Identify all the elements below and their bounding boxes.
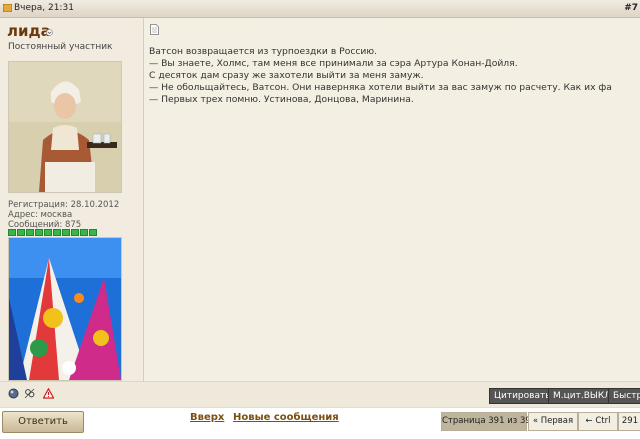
warning-report-icon[interactable] [43, 388, 54, 399]
post-text-line: — Не обольщайтесь, Ватсон. Они наверняка… [149, 82, 612, 93]
post-body: лида Постоянный участник Регистрация: 28… [0, 18, 640, 408]
quick-reply-button[interactable]: Быстр. [608, 388, 640, 404]
online-status-icon [8, 388, 19, 399]
post-header: Вчера, 21:31 #7 [0, 0, 640, 18]
post-number[interactable]: #7 [624, 3, 638, 13]
reputation-bar [8, 229, 97, 236]
chevron-down-icon[interactable] [46, 29, 53, 36]
author-address: Адрес: москва [8, 210, 73, 220]
pager-page-number[interactable]: 291 [618, 412, 640, 431]
post-text-line: Ватсон возвращается из турпоездки в Росс… [149, 46, 378, 57]
reply-button[interactable]: Ответить [2, 411, 84, 433]
post-document-icon [150, 24, 159, 35]
registration-date: Регистрация: 28.10.2012 [8, 200, 120, 210]
post-content: Ватсон возвращается из турпоездки в Росс… [144, 18, 640, 381]
post-text-line: С десяток дам сразу же захотели выйти за… [149, 70, 424, 81]
quote-button[interactable]: Цитировать [489, 388, 556, 404]
post-date: Вчера, 21:31 [14, 3, 74, 13]
top-link[interactable]: Вверх [190, 412, 224, 423]
post-footer: Цитировать М.цит.ВЫКЛ Быстр. [0, 381, 640, 408]
post-text: Ватсон возвращается из турпоездки в Росс… [149, 46, 640, 106]
user-profile-icon[interactable] [24, 388, 35, 399]
post-text-line: — Первых трех помню. Устинова, Донцова, … [149, 94, 414, 105]
post-text-line: — Вы знаете, Холмс, там меня все принима… [149, 58, 518, 69]
pager-info: Страница 391 из 391 [441, 412, 536, 431]
pager-first-button[interactable]: « Первая [528, 412, 578, 431]
author-column: лида Постоянный участник Регистрация: 28… [0, 18, 144, 381]
author-rank: Постоянный участник [8, 42, 113, 52]
author-name[interactable]: лида [7, 22, 51, 40]
bottom-bar: Ответить Вверх Новые сообщения Страница … [0, 407, 640, 439]
author-info: Регистрация: 28.10.2012 Адрес: москва Со… [8, 200, 119, 230]
pager-prev-button[interactable]: ← Ctrl [578, 412, 618, 431]
new-messages-link[interactable]: Новые сообщения [233, 412, 339, 423]
avatar [8, 61, 122, 193]
avatar-image [9, 62, 121, 192]
party-hats-image [9, 238, 121, 380]
multi-quote-button[interactable]: М.цит.ВЫКЛ [548, 388, 616, 404]
signature-image [8, 237, 122, 381]
post-icon [3, 4, 12, 12]
